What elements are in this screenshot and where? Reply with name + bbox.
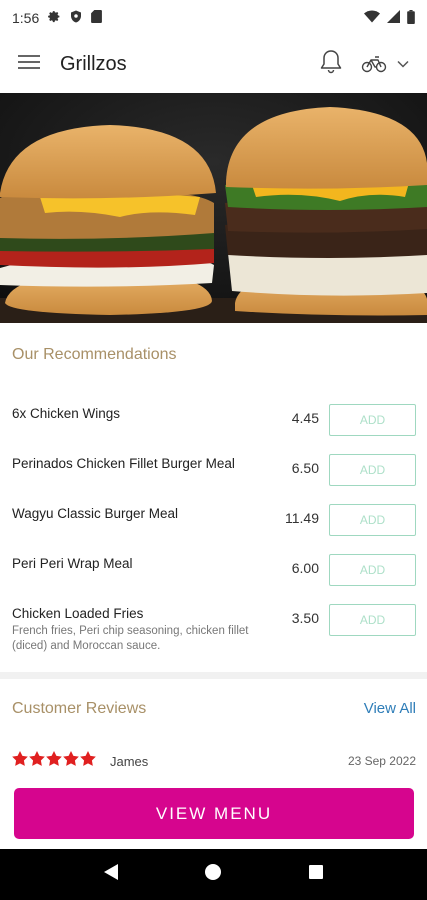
item-price: 6.00: [291, 560, 319, 576]
status-time: 1:56: [12, 10, 40, 26]
item-name: Perinados Chicken Fillet Burger Meal: [12, 456, 235, 471]
review-item: James 23 Sep 2022: [12, 750, 416, 772]
recommendations-list: 6x Chicken Wings 4.45 ADD Perinados Chic…: [0, 396, 427, 672]
hero-image: [0, 93, 427, 323]
item-name: Chicken Loaded Fries: [12, 606, 144, 621]
item-description: French fries, Peri chip seasoning, chick…: [12, 625, 249, 652]
star-icon: [63, 751, 79, 771]
reviewer-name: James: [110, 753, 149, 769]
list-item: 6x Chicken Wings 4.45 ADD: [0, 396, 427, 446]
star-icon: [80, 751, 96, 771]
view-menu-button[interactable]: VIEW MENU: [14, 788, 414, 839]
view-all-link[interactable]: View All: [364, 700, 416, 717]
back-icon[interactable]: [103, 863, 119, 886]
list-item: Perinados Chicken Fillet Burger Meal 6.5…: [0, 446, 427, 496]
item-name: Peri Peri Wrap Meal: [12, 556, 133, 571]
gear-icon: [48, 10, 61, 26]
chevron-down-icon[interactable]: [397, 55, 409, 73]
item-name: 6x Chicken Wings: [12, 406, 121, 421]
item-price: 6.50: [291, 460, 319, 476]
item-price: 11.49: [285, 510, 319, 526]
battery-icon: [407, 9, 415, 27]
add-button[interactable]: ADD: [329, 554, 416, 586]
list-item: Chicken Loaded Fries French fries, Peri …: [0, 596, 427, 672]
section-divider: [0, 672, 427, 679]
sd-card-icon: [91, 10, 103, 26]
add-button[interactable]: ADD: [329, 604, 416, 636]
star-icon: [46, 751, 62, 771]
item-name: Wagyu Classic Burger Meal: [12, 506, 179, 521]
signal-icon: [387, 10, 400, 26]
recents-icon[interactable]: [308, 864, 324, 885]
star-icon: [12, 751, 28, 771]
add-button[interactable]: ADD: [329, 454, 416, 486]
status-bar: 1:56: [0, 0, 427, 36]
shield-icon: [70, 10, 82, 26]
menu-icon[interactable]: [18, 54, 40, 75]
app-title: Grillzos: [60, 52, 127, 75]
bell-icon[interactable]: [319, 49, 343, 80]
star-rating: [12, 751, 96, 771]
list-item: Wagyu Classic Burger Meal 11.49 ADD: [0, 496, 427, 546]
system-nav-bar: [0, 849, 427, 900]
home-icon[interactable]: [204, 863, 222, 886]
recommendations-title: Our Recommendations: [12, 346, 177, 363]
add-button[interactable]: ADD: [329, 404, 416, 436]
star-icon: [29, 751, 45, 771]
add-button[interactable]: ADD: [329, 504, 416, 536]
reviews-title: Customer Reviews: [12, 700, 147, 717]
app-bar: Grillzos: [0, 36, 427, 92]
list-item: Peri Peri Wrap Meal 6.00 ADD: [0, 546, 427, 596]
review-date: 23 Sep 2022: [347, 754, 416, 768]
wifi-icon: [364, 10, 380, 26]
bicycle-icon[interactable]: [361, 54, 409, 74]
item-price: 3.50: [291, 610, 319, 626]
item-price: 4.45: [291, 410, 319, 426]
